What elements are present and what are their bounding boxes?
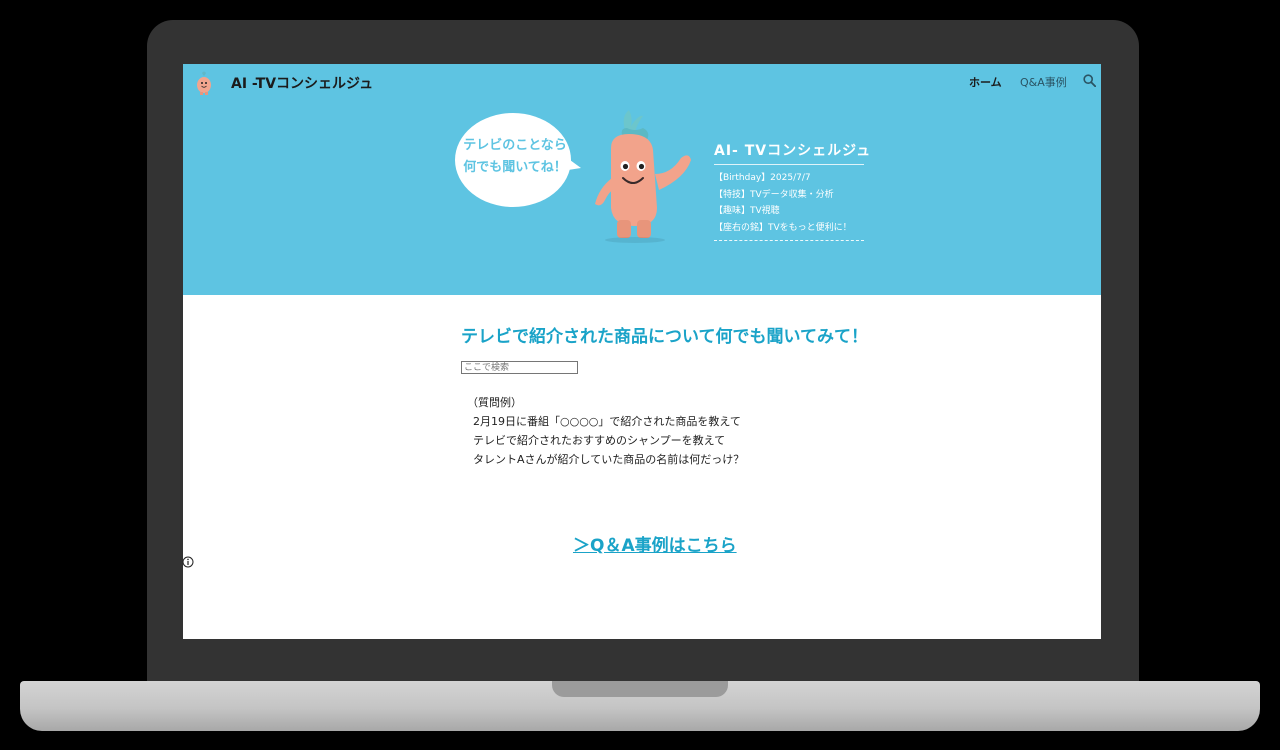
search-input[interactable]	[461, 361, 578, 374]
example-item-2: テレビで紹介されたおすすめのシャンプーを教えて	[473, 434, 726, 447]
top-navigation: AI -TVコンシェルジュ ホーム Q&A事例	[183, 64, 1101, 100]
profile-hobby: 【趣味】TV視聴	[714, 206, 780, 216]
nav-item-qa[interactable]: Q&A事例	[1020, 74, 1067, 90]
profile-title: AI- TVコンシェルジュ	[714, 140, 870, 165]
mascot-character	[595, 110, 691, 243]
laptop-screen: AI -TVコンシェルジュ ホーム Q&A事例 テレビのことなら 何でも聞いてね…	[183, 64, 1101, 639]
profile-details: 【Birthday】2025/7/7 【特技】TVデータ収集・分析 【趣味】TV…	[714, 170, 864, 241]
site-title[interactable]: AI -TVコンシェルジュ	[231, 73, 373, 93]
example-item-1: 2月19日に番組「○○○○」で紹介された商品を教えて	[473, 415, 741, 428]
speech-bubble-text: テレビのことなら 何でも聞いてね！	[453, 135, 577, 179]
mascot-logo-icon[interactable]	[193, 70, 215, 96]
laptop-notch	[552, 681, 728, 697]
examples-label: （質問例）	[467, 396, 522, 409]
example-item-3: タレントAさんが紹介していた商品の名前は何だっけ？	[473, 453, 745, 466]
nav-item-home[interactable]: ホーム	[969, 74, 1002, 90]
question-examples: （質問例） 2月19日に番組「○○○○」で紹介された商品を教えて テレビで紹介さ…	[467, 393, 744, 469]
hero-banner: AI -TVコンシェルジュ ホーム Q&A事例 テレビのことなら 何でも聞いてね…	[183, 64, 1101, 295]
bubble-line-2: 何でも聞いてね！	[463, 160, 567, 175]
main-heading: テレビで紹介された商品について何でも聞いてみて！	[461, 327, 868, 347]
profile-birthday: 【Birthday】2025/7/7	[714, 173, 811, 183]
bubble-line-1: テレビのことなら	[463, 138, 567, 153]
qa-examples-link[interactable]: ＞Q＆A事例はこちら	[573, 531, 737, 556]
profile-motto: 【座右の銘】TVをもっと便利に！	[714, 222, 852, 233]
search-icon[interactable]	[1083, 74, 1096, 87]
info-icon[interactable]	[182, 556, 194, 568]
profile-skill: 【特技】TVデータ収集・分析	[714, 189, 834, 200]
